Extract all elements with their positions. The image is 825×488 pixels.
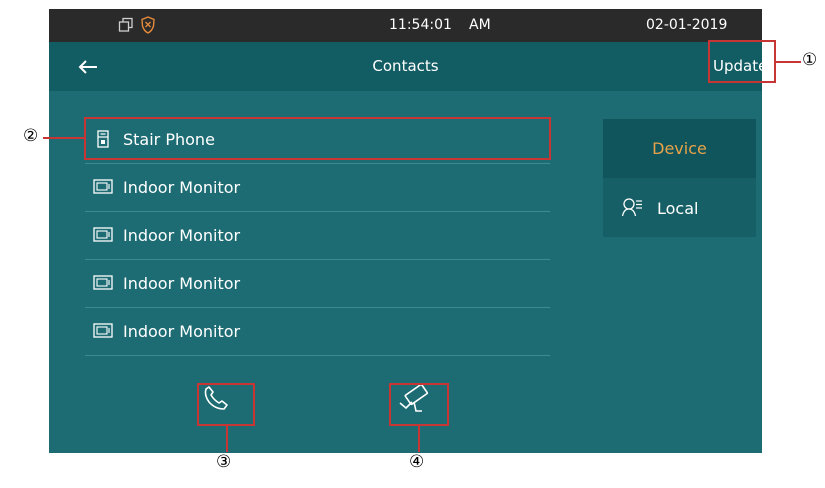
callout-number-1: ① bbox=[802, 50, 818, 70]
status-ampm: AM bbox=[469, 17, 491, 33]
contact-label: Indoor Monitor bbox=[123, 322, 241, 341]
callout-leader-4 bbox=[418, 426, 420, 452]
page-title: Contacts bbox=[372, 57, 439, 75]
callout-number-2: ② bbox=[23, 126, 39, 146]
title-bar: Contacts Update bbox=[49, 42, 767, 91]
shield-icon bbox=[141, 16, 155, 34]
callout-number-3: ③ bbox=[216, 452, 232, 472]
callout-leader-3 bbox=[226, 426, 228, 452]
contact-item-indoor-monitor[interactable]: Indoor Monitor bbox=[85, 212, 550, 260]
tab-device-label: Device bbox=[652, 139, 707, 158]
status-bar: 11:54:01 AM 02-01-2019 bbox=[49, 9, 762, 42]
callout-box-contact bbox=[84, 117, 551, 160]
contacts-list-icon bbox=[621, 198, 642, 217]
contact-label: Indoor Monitor bbox=[123, 274, 241, 293]
callout-box-call bbox=[197, 383, 255, 426]
callout-number-4: ④ bbox=[409, 452, 425, 472]
callout-leader-2 bbox=[43, 137, 84, 139]
contact-item-indoor-monitor[interactable]: Indoor Monitor bbox=[85, 164, 550, 212]
multi-window-icon bbox=[118, 17, 133, 32]
tab-device[interactable]: Device bbox=[603, 119, 756, 178]
status-date: 02-01-2019 bbox=[646, 17, 728, 33]
callout-leader-1 bbox=[776, 61, 801, 63]
callout-box-monitor bbox=[389, 383, 449, 426]
status-time: 11:54:01 bbox=[389, 17, 452, 33]
monitor-icon bbox=[93, 275, 113, 290]
contact-source-tabs: Device Local bbox=[603, 119, 756, 237]
tab-local[interactable]: Local bbox=[603, 178, 756, 237]
contact-item-indoor-monitor[interactable]: Indoor Monitor bbox=[85, 308, 550, 356]
monitor-icon bbox=[93, 227, 113, 242]
monitor-icon bbox=[93, 323, 113, 338]
monitor-icon bbox=[93, 179, 113, 194]
contact-label: Indoor Monitor bbox=[123, 226, 241, 245]
tab-local-label: Local bbox=[657, 199, 699, 218]
callout-box-update bbox=[708, 40, 776, 83]
contact-item-indoor-monitor[interactable]: Indoor Monitor bbox=[85, 260, 550, 308]
contact-label: Indoor Monitor bbox=[123, 178, 241, 197]
